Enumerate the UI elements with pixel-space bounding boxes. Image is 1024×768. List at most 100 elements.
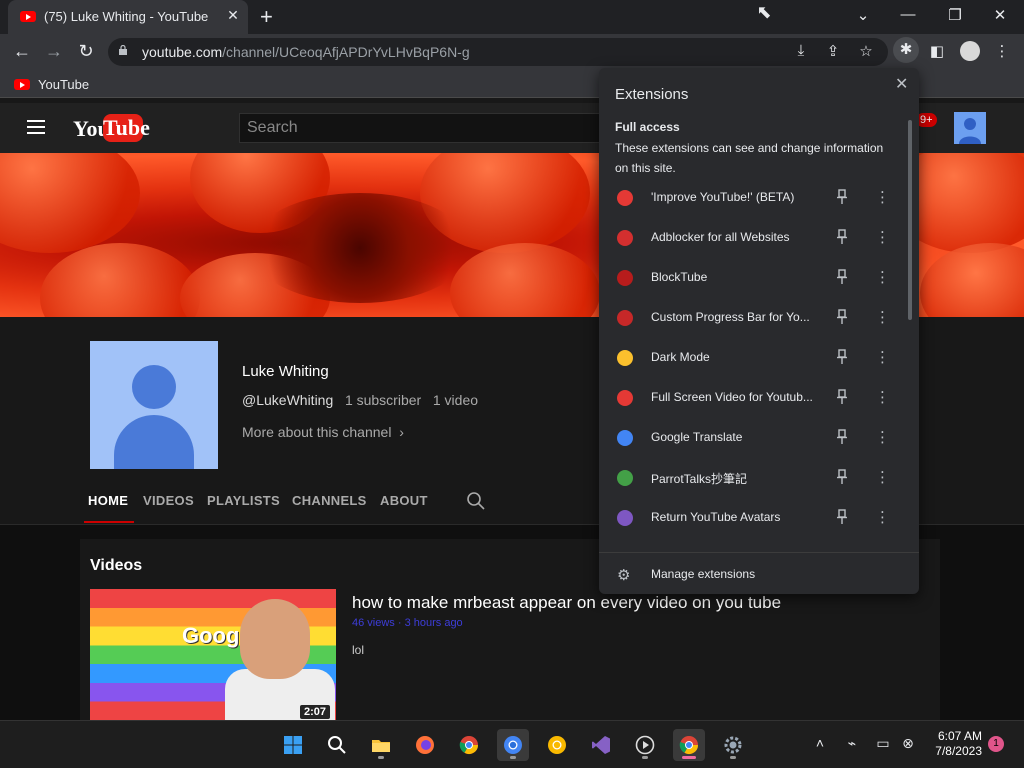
extension-row[interactable]: 'Improve YouTube!' (BETA) ⋮ (599, 178, 905, 218)
share-icon[interactable]: ⇪ (823, 42, 843, 60)
more-options-icon[interactable]: ⋮ (875, 188, 890, 208)
tab-playlists[interactable]: PLAYLISTS (207, 493, 280, 508)
pin-icon[interactable] (835, 349, 849, 365)
extension-row[interactable]: BlockTube ⋮ (599, 258, 905, 298)
bookmark-youtube[interactable]: YouTube (38, 77, 89, 92)
extension-row[interactable]: Google Translate ⋮ (599, 418, 905, 458)
tab-home[interactable]: HOME (88, 493, 128, 508)
notification-center-badge[interactable]: 1 (988, 736, 1004, 752)
youtube-favicon-icon (20, 11, 36, 22)
running-indicator (642, 756, 648, 759)
more-options-icon[interactable]: ⋮ (875, 468, 890, 488)
chrome-menu-icon[interactable]: ⋮ (992, 42, 1012, 60)
minimize-button[interactable]: — (898, 6, 918, 23)
tab-search-chevron-icon[interactable]: ⌄ (853, 6, 873, 24)
extensions-list: 'Improve YouTube!' (BETA) ⋮ Adblocker for … (599, 178, 919, 552)
youtube-search-box[interactable] (239, 113, 609, 143)
extension-row[interactable]: ParrotTalks抄筆記 ⋮ (599, 458, 905, 498)
reload-icon[interactable]: ↻ (74, 41, 98, 62)
extension-row[interactable]: Full Screen Video for Youtub... ⋮ (599, 378, 905, 418)
visual-studio-icon (592, 736, 610, 754)
more-options-icon[interactable]: ⋮ (875, 308, 890, 328)
side-panel-icon[interactable]: ◧ (927, 42, 947, 60)
extension-name: Full Screen Video for Youtub... (651, 390, 813, 404)
channel-avatar (90, 341, 218, 469)
pin-icon[interactable] (835, 229, 849, 245)
taskbar-settings[interactable] (717, 729, 749, 761)
more-options-icon[interactable]: ⋮ (875, 268, 890, 288)
tab-channels[interactable]: CHANNELS (292, 493, 367, 508)
tab-videos[interactable]: VIDEOS (143, 493, 194, 508)
thumbnail-person-face (240, 599, 310, 679)
pin-icon[interactable] (835, 389, 849, 405)
pin-icon[interactable] (835, 309, 849, 325)
clock-time: 6:07 AM (937, 729, 982, 743)
close-window-button[interactable]: ✕ (990, 6, 1010, 24)
more-about-channel-link[interactable]: More about this channel › (242, 424, 404, 440)
extension-row[interactable]: Return YouTube Avatars ⋮ (599, 498, 905, 538)
pin-icon[interactable] (835, 469, 849, 485)
video-meta: 46 views · 3 hours ago (352, 617, 463, 629)
extensions-header: Extensions (615, 86, 689, 103)
channel-search-icon[interactable] (466, 491, 486, 511)
more-about-label: More about this channel (242, 424, 392, 440)
more-options-icon[interactable]: ⋮ (875, 428, 890, 448)
install-app-icon[interactable]: ⤓ (791, 42, 811, 59)
bookmark-star-icon[interactable]: ☆ (856, 42, 876, 60)
taskbar-file-explorer[interactable] (365, 729, 397, 761)
taskbar-media-player[interactable] (629, 729, 661, 761)
more-options-icon[interactable]: ⋮ (875, 228, 890, 248)
videos-section-title: Videos (90, 557, 143, 574)
address-bar[interactable]: youtube.com/channel/UCeoqAfjAPDrYvLHvBqP… (108, 38, 888, 66)
pin-icon[interactable] (835, 269, 849, 285)
extension-row[interactable]: Adblocker for all Websites ⋮ (599, 218, 905, 258)
close-icon[interactable]: ✕ (895, 74, 908, 94)
taskbar-chrome-beta[interactable] (497, 729, 529, 761)
pin-icon[interactable] (835, 429, 849, 445)
extension-row[interactable]: Custom Progress Bar for Yo... ⋮ (599, 298, 905, 338)
taskbar-search[interactable] (321, 729, 353, 761)
taskbar-visual-studio[interactable] (585, 729, 617, 761)
profile-avatar[interactable] (960, 41, 980, 61)
hamburger-menu-icon[interactable] (27, 120, 45, 134)
browser-tab-strip: (75) Luke Whiting - YouTube ✕ + ⬉ ⌄ — ❐ … (0, 0, 1024, 34)
extension-row[interactable]: Dark Mode ⋮ (599, 338, 905, 378)
extension-icon (617, 510, 633, 526)
extensions-puzzle-icon[interactable]: ✱ (893, 37, 919, 63)
browser-tab-youtube[interactable]: (75) Luke Whiting - YouTube ✕ (8, 0, 248, 34)
pin-icon[interactable] (835, 189, 849, 205)
tray-display-icon[interactable]: ▭ (873, 735, 893, 752)
more-options-icon[interactable]: ⋮ (875, 508, 890, 528)
tab-about[interactable]: ABOUT (380, 493, 428, 508)
tray-network-off-icon[interactable]: ⌁ (842, 735, 862, 752)
back-arrow-icon[interactable]: ← (10, 41, 34, 62)
extension-name: Dark Mode (651, 350, 710, 364)
notification-badge[interactable]: 9+ (916, 113, 937, 127)
forward-arrow-icon[interactable]: → (42, 41, 66, 62)
taskbar-firefox[interactable] (409, 729, 441, 761)
firefox-icon (416, 736, 434, 754)
taskbar-clock[interactable]: 6:07 AM 7/8/2023 (930, 729, 982, 759)
chrome-icon (679, 736, 698, 755)
taskbar-chrome[interactable] (453, 729, 485, 761)
taskbar-chrome-active[interactable] (673, 729, 705, 761)
manage-extensions-button[interactable]: ⚙ Manage extensions (599, 552, 919, 594)
taskbar-start[interactable] (277, 729, 309, 761)
more-options-icon[interactable]: ⋮ (875, 348, 890, 368)
pin-icon[interactable] (835, 509, 849, 525)
running-indicator (730, 756, 736, 759)
video-title-link[interactable]: how to make mrbeast appear on every vide… (352, 593, 781, 613)
channel-name: Luke Whiting (242, 363, 329, 380)
user-avatar[interactable] (954, 112, 986, 144)
extension-name: Custom Progress Bar for Yo... (651, 310, 810, 324)
tray-chevron-up-icon[interactable]: ˄ (810, 735, 830, 751)
taskbar-chrome-canary[interactable] (541, 729, 573, 761)
clock-date: 7/8/2023 (935, 744, 982, 758)
new-tab-button[interactable]: + (260, 4, 273, 30)
restore-button[interactable]: ❐ (945, 6, 965, 24)
tray-volume-muted-icon[interactable]: ⊗ (898, 735, 918, 752)
video-thumbnail[interactable]: Google 2:07 (90, 589, 336, 723)
youtube-search-input[interactable] (240, 114, 608, 142)
more-options-icon[interactable]: ⋮ (875, 388, 890, 408)
tab-close-icon[interactable]: ✕ (224, 7, 242, 24)
